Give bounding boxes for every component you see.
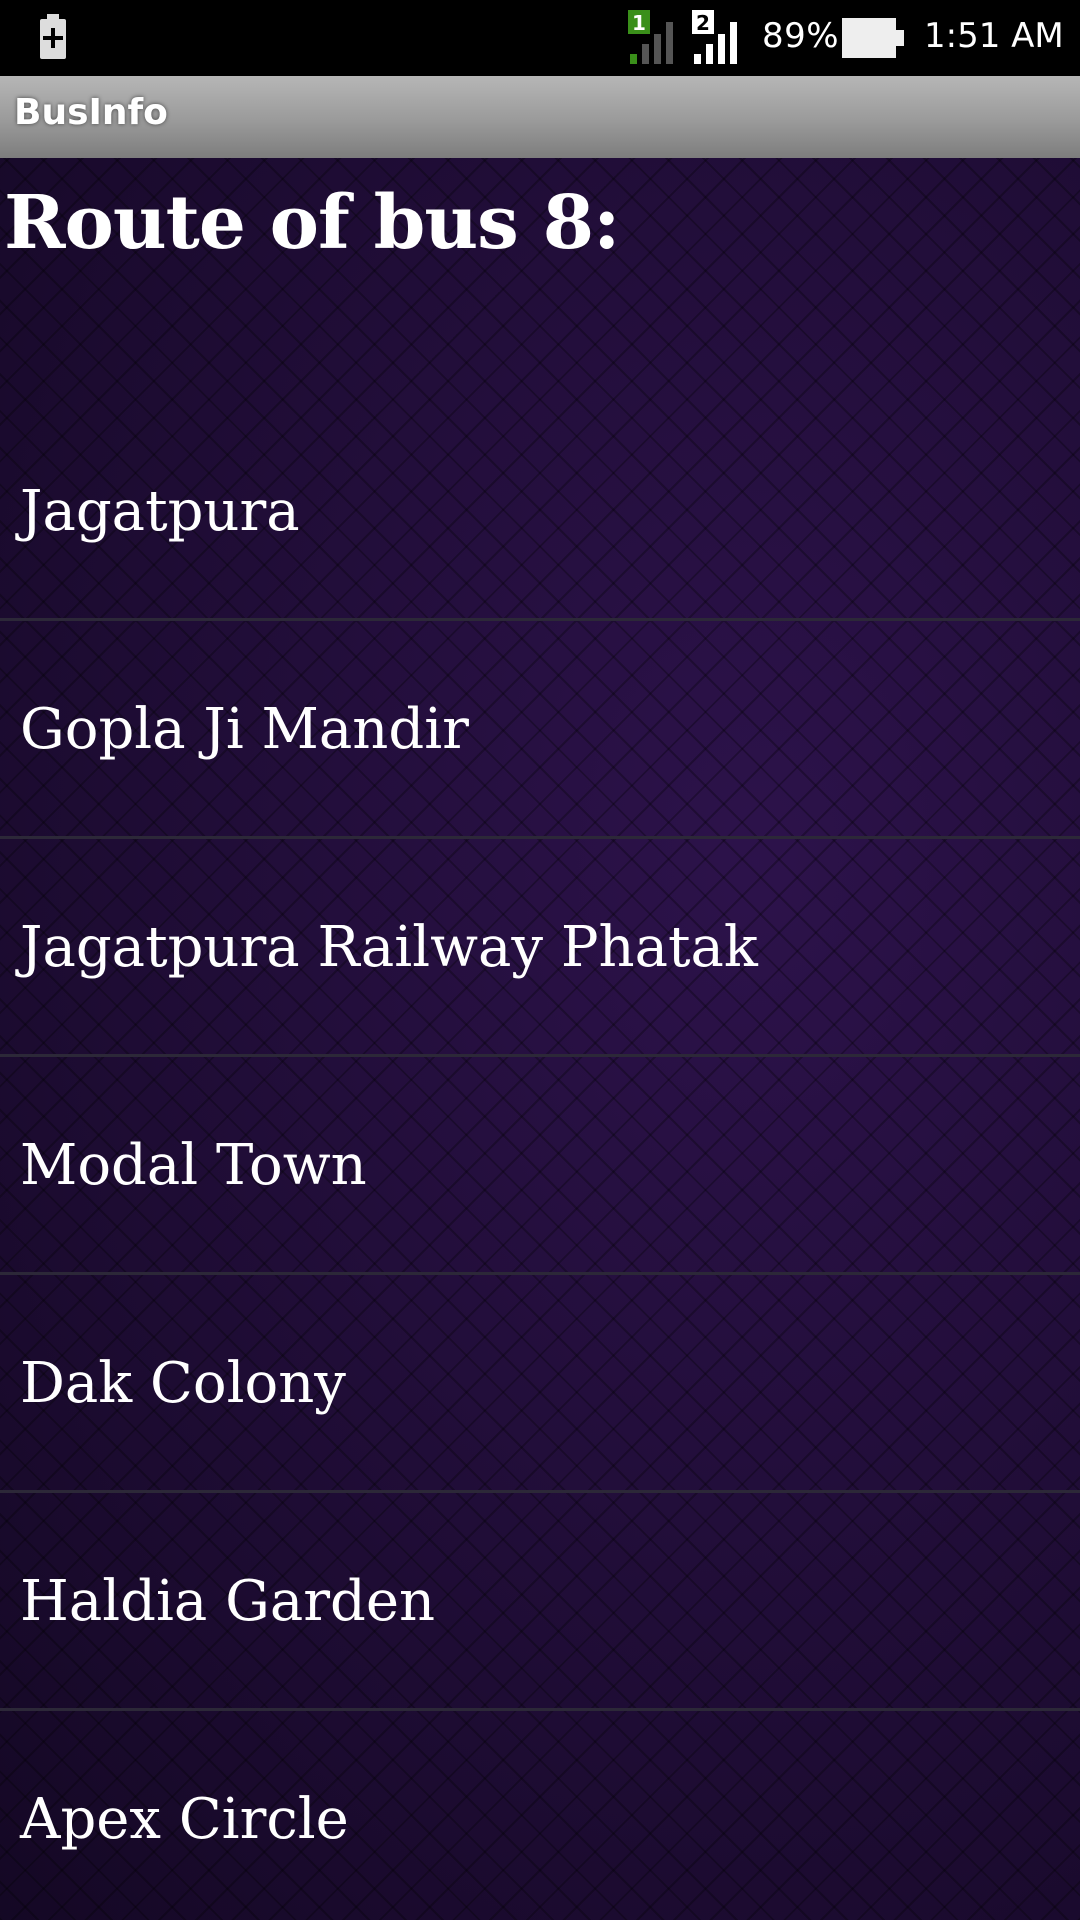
usb-plus-icon (40, 14, 66, 59)
sim1-label: 1 (632, 11, 646, 35)
signal-sim1-icon: 1 (628, 10, 673, 64)
list-item[interactable]: Apex Circle (0, 1711, 1080, 1920)
app-title-bar: BusInfo (0, 76, 1080, 159)
list-item[interactable]: Modal Town (0, 1057, 1080, 1275)
list-item[interactable]: Jagatpura (0, 403, 1080, 621)
stop-label: Haldia Garden (20, 1569, 436, 1634)
stop-label: Gopla Ji Mandir (20, 697, 469, 762)
stop-label: Apex Circle (20, 1787, 349, 1852)
app-title: BusInfo (14, 92, 168, 133)
signal-sim2-icon: 2 (692, 10, 737, 64)
stop-label: Jagatpura Railway Phatak (20, 915, 758, 980)
list-item[interactable]: Haldia Garden (0, 1493, 1080, 1711)
sim2-label: 2 (696, 11, 710, 35)
clock: 1:51 AM (924, 16, 1064, 56)
list-item[interactable]: Dak Colony (0, 1275, 1080, 1493)
stop-list[interactable]: Jagatpura Gopla Ji Mandir Jagatpura Rail… (0, 403, 1080, 1920)
status-bar: 1 2 89% 1:51 AM (0, 0, 1080, 76)
stop-label: Jagatpura (20, 479, 300, 544)
battery-percent: 89% (762, 16, 840, 56)
route-heading: Route of bus 8: (4, 180, 620, 266)
stop-label: Dak Colony (20, 1351, 346, 1416)
stop-label: Modal Town (20, 1133, 367, 1198)
list-item[interactable]: Gopla Ji Mandir (0, 621, 1080, 839)
list-item[interactable]: Jagatpura Railway Phatak (0, 839, 1080, 1057)
route-content[interactable]: Route of bus 8: Jagatpura Gopla Ji Mandi… (0, 158, 1080, 1920)
battery-icon (842, 18, 904, 58)
